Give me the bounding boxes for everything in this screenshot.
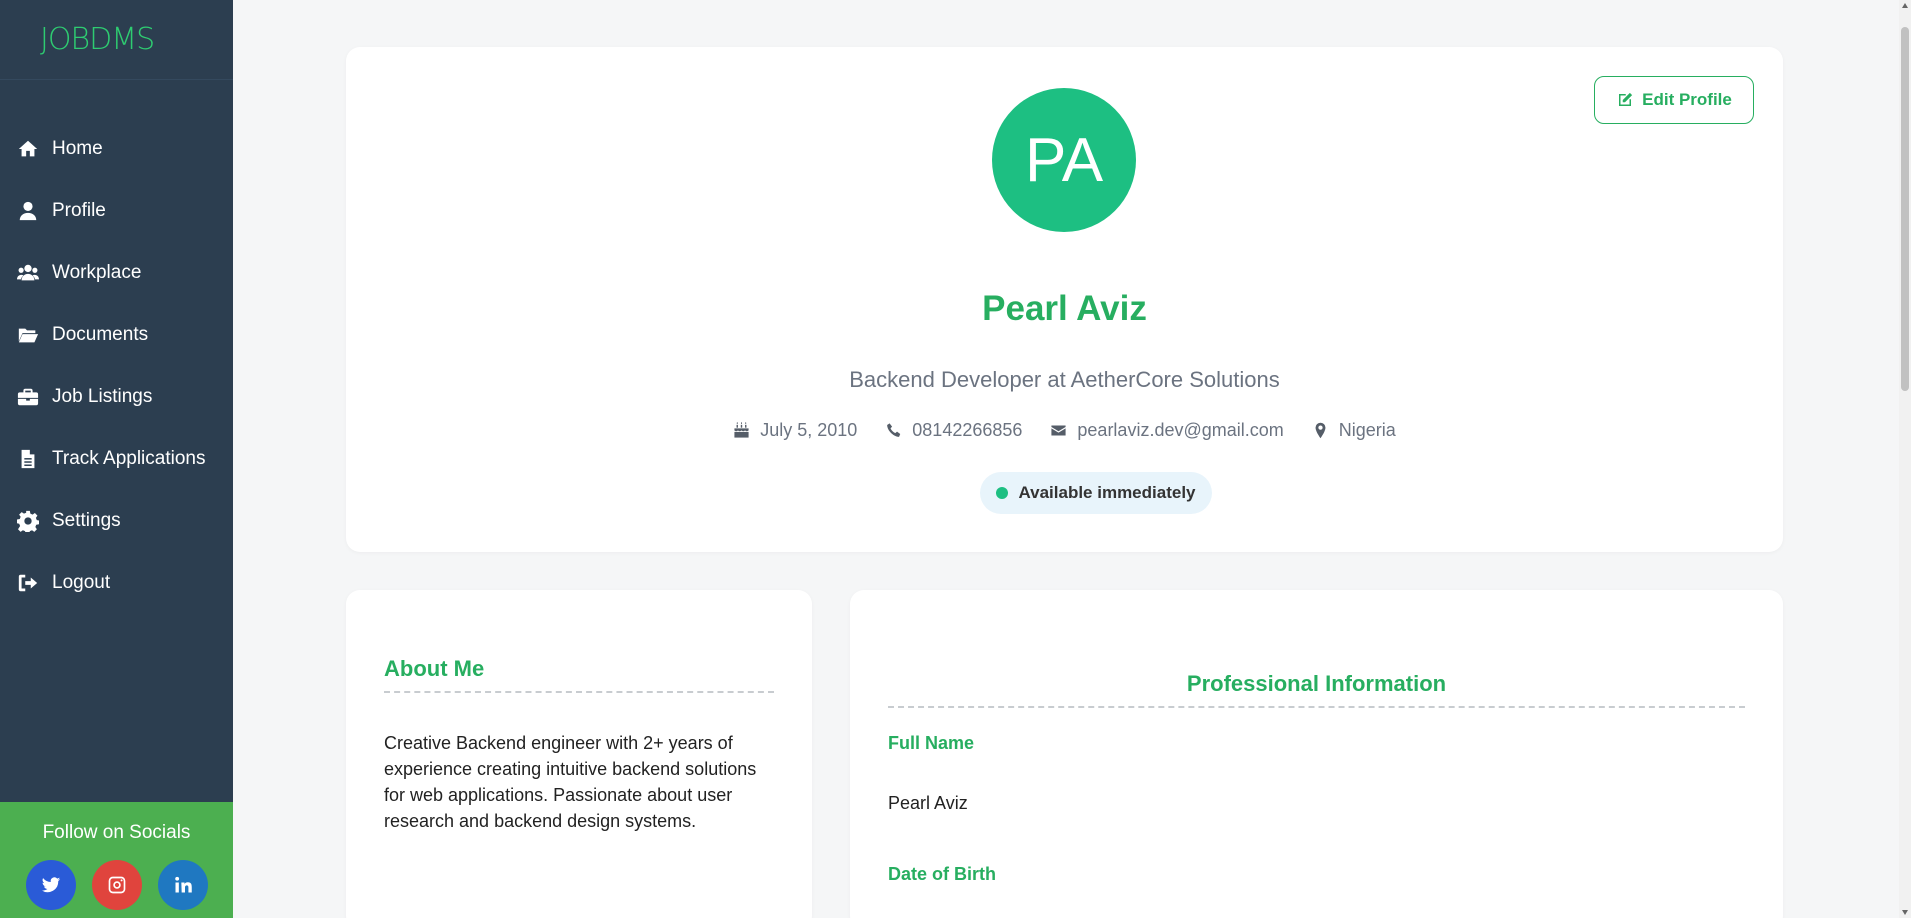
- sidebar-item-label: Workplace: [52, 262, 142, 283]
- sidebar-item-profile[interactable]: Profile: [0, 180, 233, 242]
- sidebar-item-label: Home: [52, 138, 103, 159]
- location-item: Nigeria: [1312, 420, 1396, 441]
- sidebar-nav: Home Profile Workplace Documents Job Lis…: [0, 118, 233, 614]
- socials-title: Follow on Socials: [42, 822, 191, 843]
- full-name-value: Pearl Aviz: [888, 793, 968, 813]
- file-icon: [16, 448, 40, 470]
- briefcase-icon: [16, 386, 40, 408]
- about-title: About Me: [384, 656, 485, 681]
- dob-item: July 5, 2010: [733, 420, 857, 441]
- sidebar-item-label: Documents: [52, 324, 149, 345]
- edit-profile-label: Edit Profile: [1642, 90, 1732, 109]
- sidebar-item-track-applications[interactable]: Track Applications: [0, 428, 233, 490]
- profile-title: Backend Developer at AetherCore Solution…: [849, 367, 1280, 392]
- phone-icon: [887, 423, 901, 437]
- twitter-icon: [41, 877, 60, 893]
- user-icon: [16, 200, 40, 222]
- instagram-button[interactable]: [91, 860, 142, 910]
- status-dot-icon: [996, 487, 1009, 499]
- professional-title: Professional Information: [1186, 671, 1447, 696]
- sidebar-item-workplace[interactable]: Workplace: [0, 242, 233, 304]
- dob-label: Date of Birth: [888, 864, 996, 884]
- phone-value: 08142266856: [912, 420, 1023, 440]
- folder-open-icon: [16, 324, 40, 346]
- sidebar-item-settings[interactable]: Settings: [0, 490, 233, 552]
- envelope-icon: [1051, 425, 1066, 436]
- dob-value: July 5, 2010: [760, 420, 858, 440]
- divider: [384, 691, 774, 693]
- profile-header-card: Edit Profile PA Pearl Aviz Backend Devel…: [346, 47, 1783, 552]
- profile-name: Pearl Aviz: [982, 289, 1147, 328]
- divider: [888, 706, 1745, 708]
- gear-icon: [16, 510, 40, 532]
- avatar: PA: [992, 88, 1136, 232]
- profile-meta: July 5, 2010 08142266856 pearlaviz.dev@g…: [346, 420, 1783, 441]
- scrollbar[interactable]: [1899, 0, 1911, 918]
- sidebar-item-label: Track Applications: [52, 448, 206, 469]
- about-card: About Me Creative Backend engineer with …: [346, 590, 812, 918]
- social-links: [0, 860, 233, 910]
- phone-item: 08142266856: [885, 420, 1022, 441]
- logo-text: JOBDMS: [40, 22, 155, 57]
- instagram-icon: [108, 876, 125, 894]
- birthday-cake-icon: [734, 422, 749, 438]
- scroll-up-icon[interactable]: [1902, 3, 1908, 8]
- edit-icon: [1619, 92, 1633, 106]
- full-name-label: Full Name: [888, 733, 975, 753]
- twitter-button[interactable]: [25, 860, 76, 910]
- sidebar-item-job-listings[interactable]: Job Listings: [0, 366, 233, 428]
- avatar-initials: PA: [1024, 125, 1104, 195]
- sidebar-item-documents[interactable]: Documents: [0, 304, 233, 366]
- about-text: Creative Backend engineer with 2+ years …: [384, 733, 757, 831]
- availability-badge: Available immediately: [980, 472, 1212, 514]
- email-item[interactable]: pearlaviz.dev@gmail.com: [1050, 420, 1284, 441]
- linkedin-button[interactable]: [157, 860, 208, 910]
- sidebar-item-logout[interactable]: Logout: [0, 552, 233, 614]
- sign-out-icon: [16, 572, 40, 594]
- logo[interactable]: JOBDMS: [0, 0, 233, 80]
- socials-panel: Follow on Socials: [0, 802, 233, 918]
- availability-text: Available immediately: [1018, 483, 1196, 502]
- professional-info-card: Professional Information Full Name Pearl…: [850, 590, 1783, 918]
- home-icon: [16, 138, 40, 160]
- location-value: Nigeria: [1338, 420, 1396, 440]
- sidebar-item-label: Profile: [52, 200, 106, 221]
- sidebar-item-label: Logout: [52, 572, 111, 593]
- scroll-down-icon[interactable]: [1902, 910, 1908, 915]
- scroll-thumb[interactable]: [1901, 27, 1909, 391]
- main-content: Edit Profile PA Pearl Aviz Backend Devel…: [233, 0, 1899, 918]
- map-marker-icon: [1315, 422, 1326, 439]
- sidebar-item-home[interactable]: Home: [0, 118, 233, 180]
- linkedin-icon: [174, 876, 192, 893]
- sidebar-item-label: Settings: [52, 510, 121, 531]
- email-value: pearlaviz.dev@gmail.com: [1077, 420, 1284, 440]
- sidebar-item-label: Job Listings: [52, 386, 153, 407]
- sidebar: JOBDMS Home Profile Workplace Documents …: [0, 0, 233, 918]
- users-icon: [16, 262, 40, 284]
- edit-profile-button[interactable]: Edit Profile: [1594, 76, 1754, 124]
